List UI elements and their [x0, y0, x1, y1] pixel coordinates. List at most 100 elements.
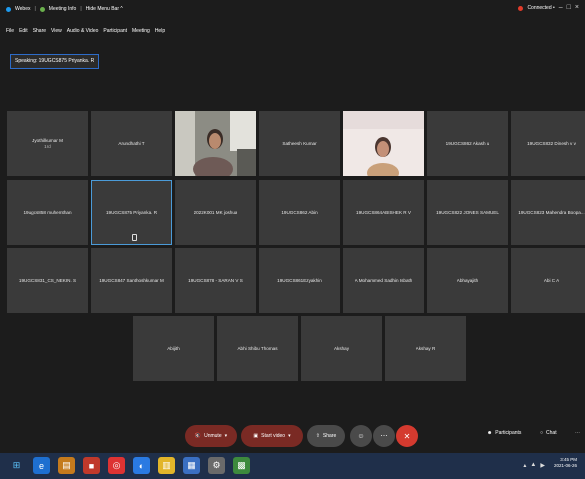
- info-icon: [39, 6, 45, 12]
- participant-name: 19UGCS822 JONES SAMUEL: [436, 209, 499, 215]
- participant-name: Abhi Shibu Thomas: [237, 345, 278, 351]
- document-icon[interactable]: ▦: [183, 457, 200, 474]
- participant-video-tile[interactable]: [175, 111, 256, 176]
- participant-name: A Mohammed Sadhin Isbath: [354, 277, 413, 283]
- participant-name: 19UGCS864ABISHEK R V: [356, 209, 411, 215]
- participant-tile[interactable]: Arundhathi T: [91, 111, 172, 176]
- more-panels-button[interactable]: ⋯: [575, 430, 580, 436]
- unmute-button[interactable]: 🔇 Unmute ▾: [185, 425, 237, 447]
- participant-video-tile[interactable]: [343, 111, 424, 176]
- participant-tile[interactable]: Abijith: [133, 316, 214, 381]
- participant-tile[interactable]: A Mohammed Sadhin Isbath: [343, 248, 424, 313]
- participant-tile-active-speaker[interactable]: 19UGCS875 Priyanka. R: [91, 180, 172, 245]
- minimize-button[interactable]: –: [559, 4, 563, 11]
- participant-name: Satheesh Kumar: [282, 140, 317, 146]
- start-video-button[interactable]: ▣ Start video ▾: [241, 425, 303, 447]
- menu-help[interactable]: Help: [155, 28, 165, 34]
- chat-icon: ○: [540, 430, 544, 436]
- network-icon[interactable]: ▲: [530, 462, 536, 469]
- participant-name: Akshay: [333, 345, 350, 351]
- participant-tile[interactable]: Abhi Shibu Thomas: [217, 316, 298, 381]
- menu-participant[interactable]: Participant: [103, 28, 127, 34]
- close-button[interactable]: ×: [575, 4, 579, 11]
- end-call-button[interactable]: ✕: [396, 425, 418, 447]
- menu-view[interactable]: View: [51, 28, 62, 34]
- chat-panel-button[interactable]: ○ Chat: [540, 430, 557, 436]
- chevron-up-icon[interactable]: ▴: [523, 462, 526, 469]
- participant-tile[interactable]: Akshay: [301, 316, 382, 381]
- title-bar: Webex | Meeting Info | Hide Menu Bar ^ C…: [0, 0, 585, 25]
- internet-explorer-icon[interactable]: e: [33, 457, 50, 474]
- video-feed-woman: [343, 111, 424, 176]
- participant-name: Abi C A: [543, 277, 560, 283]
- app-name[interactable]: Webex: [15, 6, 30, 12]
- share-icon: ⇧: [315, 433, 320, 439]
- chrome-icon[interactable]: ◎: [108, 457, 125, 474]
- participant-tile[interactable]: 2022K001 MK joshua: [175, 180, 256, 245]
- chevron-down-icon: ▾: [224, 433, 228, 439]
- connection-icon: [518, 5, 524, 11]
- webex-window: Webex | Meeting Info | Hide Menu Bar ^ C…: [0, 0, 585, 479]
- participant-name: 19UGCS823 Mahendra Boopa...: [518, 209, 585, 215]
- participant-name: 19UGCS862 Abin: [281, 209, 318, 215]
- participants-panel-button[interactable]: ☻ Participants: [487, 430, 521, 436]
- file-manager-icon[interactable]: ▤: [58, 457, 75, 474]
- webex-logo-icon: [6, 6, 11, 12]
- meeting-info-button[interactable]: Meeting Info: [49, 6, 77, 12]
- share-button[interactable]: ⇧ Share: [307, 425, 345, 447]
- webex-taskbar-icon[interactable]: ▩: [233, 457, 250, 474]
- participant-tile[interactable]: 19UGCS862 Akash u: [427, 111, 508, 176]
- clock-date: 2021-06-26: [553, 463, 577, 468]
- participant-tile[interactable]: Abi C A: [511, 248, 585, 313]
- participant-tile[interactable]: 19UGCS861Ezyakhin: [259, 248, 340, 313]
- office-app-icon[interactable]: ■: [83, 457, 100, 474]
- participant-name: 19UGCS861Ezyakhin: [277, 277, 322, 283]
- cursor-icon: [132, 234, 137, 241]
- participant-tile[interactable]: Akshay R: [385, 316, 466, 381]
- hide-menu-bar-button[interactable]: Hide Menu Bar ^: [86, 6, 123, 12]
- participant-tile[interactable]: 19ugcs858 muhemthan: [7, 180, 88, 245]
- more-icon: ⋯: [380, 433, 388, 440]
- browser-icon[interactable]: ◐: [133, 457, 150, 474]
- reactions-button[interactable]: ☺: [350, 425, 372, 447]
- participant-tile[interactable]: 19UGCS864ABISHEK R V: [343, 180, 424, 245]
- participant-tile[interactable]: 19UGCS832 Dinesh v v: [511, 111, 585, 176]
- participant-name: Abhayajith: [456, 277, 479, 283]
- participant-tile[interactable]: Abhayajith: [427, 248, 508, 313]
- participant-tile[interactable]: 19UGCS878 - SARAN V S: [175, 248, 256, 313]
- participant-name: 19UGCS875 Priyanka. R: [105, 209, 158, 215]
- video-feed-woman: [175, 111, 256, 176]
- participant-tile[interactable]: Jyothilkumar M 1rd: [7, 111, 88, 176]
- close-icon: ✕: [403, 431, 411, 441]
- participant-name: 19UGCS831_CS_NEKIN. S: [18, 277, 77, 283]
- participant-tile[interactable]: 19UGCS847 Santhoshkumar M: [91, 248, 172, 313]
- participant-name: 2022K001 MK joshua: [193, 209, 238, 215]
- settings-icon[interactable]: ⚙: [208, 457, 225, 474]
- menu-share[interactable]: Share: [33, 28, 46, 34]
- participant-name: Akshay R: [415, 345, 436, 351]
- participant-name: 19UGCS847 Santhoshkumar M: [99, 277, 164, 283]
- participant-tile[interactable]: Satheesh Kumar: [259, 111, 340, 176]
- participant-tile[interactable]: 19UGCS831_CS_NEKIN. S: [7, 248, 88, 313]
- menu-meeting[interactable]: Meeting: [132, 28, 150, 34]
- participant-tile[interactable]: 19UGCS823 Mahendra Boopa...: [511, 180, 585, 245]
- people-icon: ☻: [487, 430, 493, 436]
- participant-tile[interactable]: 19UGCS862 Abin: [259, 180, 340, 245]
- more-options-button[interactable]: ⋯: [373, 425, 395, 447]
- participant-tile[interactable]: 19UGCS822 JONES SAMUEL: [427, 180, 508, 245]
- volume-icon[interactable]: ▶: [540, 462, 545, 469]
- video-off-icon: ▣: [253, 433, 259, 439]
- muted-mic-icon: 🔇: [194, 433, 202, 439]
- smiley-icon: ☺: [357, 432, 365, 440]
- maximize-button[interactable]: □: [567, 4, 571, 11]
- menu-audio-video[interactable]: Audio & Video: [67, 28, 99, 34]
- menu-file[interactable]: File: [6, 28, 14, 34]
- folder-icon[interactable]: ▥: [158, 457, 175, 474]
- more-icon: ⋯: [575, 430, 580, 436]
- participant-name: 19UGCS878 - SARAN V S: [188, 277, 243, 283]
- participant-name: 19ugcs858 muhemthan: [23, 209, 72, 215]
- connection-status[interactable]: Connected •: [527, 5, 554, 11]
- start-menu-icon[interactable]: ⊞: [8, 457, 25, 474]
- clock[interactable]: 3:45 PM 2021-06-26: [554, 457, 577, 469]
- menu-edit[interactable]: Edit: [19, 28, 28, 34]
